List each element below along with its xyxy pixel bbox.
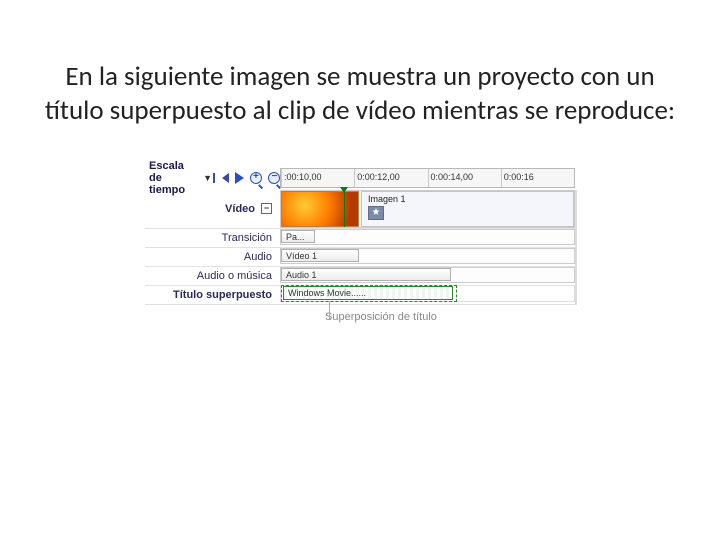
track-label-title-overlay: Título superpuesto [145,286,280,304]
video-track-body[interactable]: Imagen 1 ★ [280,190,575,228]
title-track-body[interactable]: Windows Movie...... [280,286,575,302]
ruler-tick: 0:00:12,00 [354,169,427,187]
description-paragraph: En la siguiente imagen se muestra un pro… [0,0,720,148]
track-label-music: Audio o música [145,267,280,285]
playhead-marker[interactable] [344,191,345,227]
video-clip-name: Imagen 1 [362,192,573,204]
previous-frame-icon[interactable] [222,173,229,183]
track-label-audio: Audio [145,248,280,266]
zoom-out-icon[interactable] [268,172,280,184]
ruler-tick: 0:00:14,00 [428,169,501,187]
audio-clip[interactable]: Vídeo 1 [281,249,359,262]
track-label-video: Vídeo − [145,190,280,228]
title-overlay-clip[interactable]: Windows Movie...... [283,286,453,300]
star-icon: ★ [368,206,384,220]
ruler-tick: 0:00:16 [501,169,574,187]
ruler-tick: :00:10,00 [281,169,354,187]
callout-text: Superposición de título [325,311,575,323]
callout-line-icon [329,301,330,319]
video-clip-thumbnail[interactable] [281,191,359,227]
zoom-in-icon[interactable] [250,172,262,184]
time-ruler[interactable]: :00:10,00 0:00:12,00 0:00:14,00 0:00:16 [280,168,575,188]
track-label-transition: Transición [145,229,280,247]
timeline-editor: Escala de tiempo ▼ :00:10,00 0:00:12,00 … [145,168,575,323]
transition-track-body[interactable]: Pa... [280,229,575,245]
track-label-text: Vídeo [225,203,255,215]
transition-clip[interactable]: Pa... [281,230,315,243]
play-icon[interactable] [235,172,244,184]
music-track-body[interactable]: Audio 1 [280,267,575,283]
video-clip-meta[interactable]: Imagen 1 ★ [361,191,574,227]
tracks-area: Vídeo − Imagen 1 ★ Transición Pa... Audi… [145,190,575,305]
music-clip[interactable]: Audio 1 [281,268,451,281]
audio-track-body[interactable]: Vídeo 1 [280,248,575,264]
chevron-down-icon[interactable]: ▼ [203,173,212,183]
collapse-toggle-icon[interactable]: − [261,203,272,214]
right-edge-divider [575,190,577,305]
